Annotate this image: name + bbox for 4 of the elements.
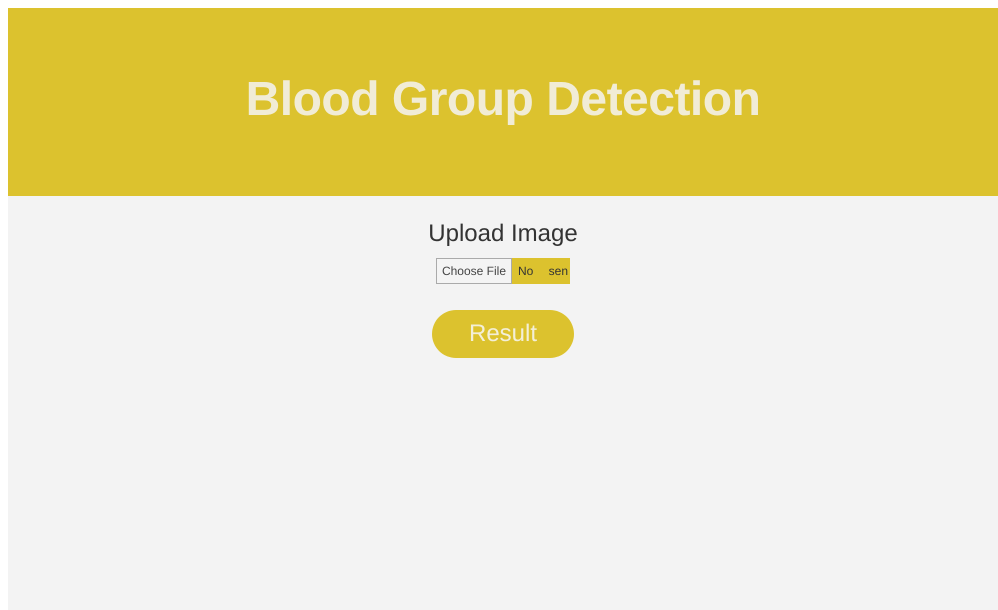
choose-file-button[interactable]: Choose File <box>436 258 512 284</box>
upload-label: Upload Image <box>428 220 578 248</box>
page-title: Blood Group Detection <box>246 72 760 126</box>
file-status: No sen <box>512 258 570 284</box>
